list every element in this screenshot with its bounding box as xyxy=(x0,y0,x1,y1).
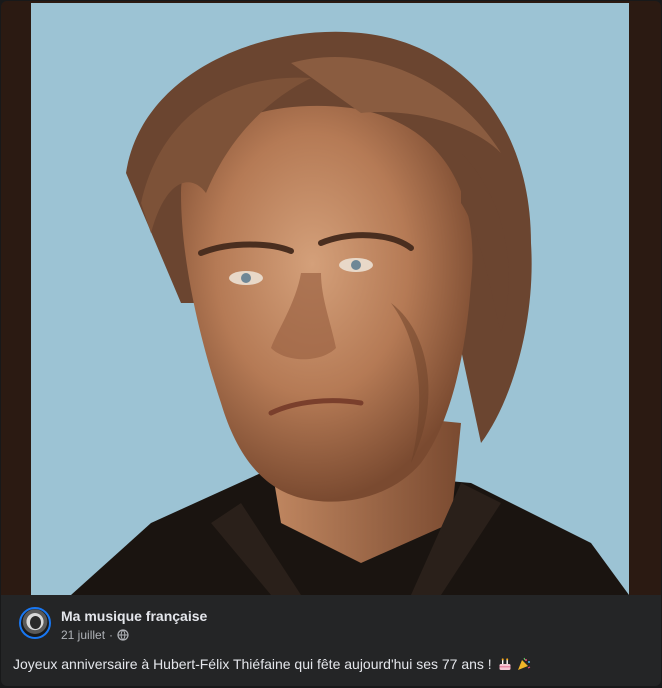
birthday-cake-icon xyxy=(498,657,512,675)
post-header-info: Ma musique française 21 juillet · xyxy=(61,607,207,642)
post-date-link[interactable]: 21 juillet xyxy=(61,628,105,642)
party-popper-icon xyxy=(517,657,531,675)
post-photo[interactable] xyxy=(31,3,629,595)
post-caption: Joyeux anniversaire à Hubert-Félix Thiéf… xyxy=(13,655,531,675)
globe-icon[interactable] xyxy=(117,629,129,641)
post-caption-text: Joyeux anniversaire à Hubert-Félix Thiéf… xyxy=(13,656,492,672)
avatar[interactable] xyxy=(19,607,51,639)
separator: · xyxy=(109,628,114,642)
page-name-link[interactable]: Ma musique française xyxy=(61,607,207,625)
post-card: Ma musique française 21 juillet · Joyeux… xyxy=(1,1,661,686)
portrait-image xyxy=(71,31,629,595)
post-subline: 21 juillet · xyxy=(61,628,207,642)
post-header: Ma musique française 21 juillet · xyxy=(19,607,207,642)
post-media[interactable] xyxy=(1,1,661,595)
